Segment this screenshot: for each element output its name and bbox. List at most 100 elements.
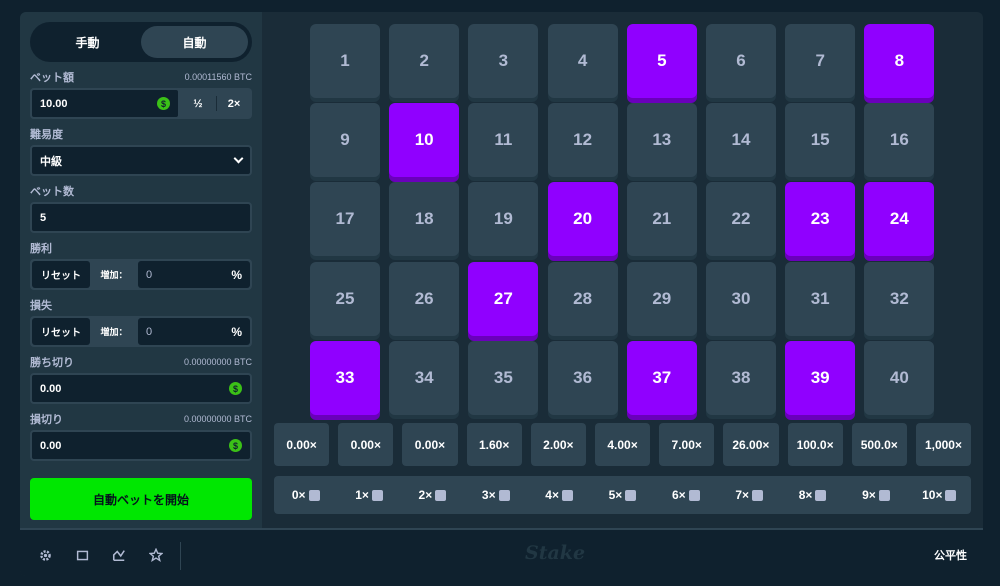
gear-icon[interactable] — [38, 548, 52, 562]
coin-icon: $ — [229, 439, 242, 452]
keno-tile[interactable]: 35 — [468, 340, 539, 415]
keno-tile[interactable]: 13 — [626, 103, 697, 178]
keno-tile[interactable]: 32 — [864, 261, 935, 336]
payout-multiplier: 0.00× — [274, 423, 330, 466]
keno-tile[interactable]: 25 — [310, 261, 380, 336]
keno-tile[interactable]: 24 — [864, 182, 935, 257]
chart-icon[interactable] — [112, 548, 126, 562]
hit-count-label: 8× — [798, 488, 813, 502]
keno-tile[interactable]: 11 — [468, 103, 539, 178]
keno-tile[interactable]: 8 — [864, 24, 935, 98]
on-loss-reset-button[interactable]: リセット — [32, 318, 90, 345]
keno-tile[interactable]: 19 — [468, 182, 539, 257]
on-win-increase-input[interactable]: 0 % — [138, 261, 250, 288]
gem-icon — [498, 489, 510, 501]
tab-manual[interactable]: 手動 — [34, 26, 141, 58]
stop-profit-input[interactable]: 0.00 $ — [30, 373, 252, 404]
square-icon[interactable] — [75, 548, 89, 562]
keno-tile[interactable]: 3 — [468, 24, 539, 98]
stop-profit-label-row: 勝ち切り 0.00000000 BTC — [30, 355, 252, 369]
payout-multiplier: 26.00× — [723, 423, 779, 466]
keno-tile[interactable]: 18 — [389, 182, 460, 257]
tab-auto[interactable]: 自動 — [141, 26, 248, 58]
keno-tile[interactable]: 5 — [626, 24, 697, 98]
hit-count-label: 4× — [545, 488, 559, 502]
keno-tile[interactable]: 37 — [626, 340, 697, 415]
keno-tile[interactable]: 38 — [706, 340, 776, 415]
hit-count: 3× — [464, 476, 527, 514]
keno-tile[interactable]: 1 — [310, 24, 380, 98]
coin-icon: $ — [229, 382, 242, 395]
hits-row: 0× 1× 2× 3× 4× 5× 6× 7× 8× 9× 10× — [274, 476, 971, 514]
keno-tile[interactable]: 22 — [706, 182, 776, 257]
keno-tile[interactable]: 31 — [785, 261, 856, 336]
keno-tile[interactable]: 21 — [626, 182, 697, 257]
keno-tile[interactable]: 28 — [547, 261, 618, 336]
keno-tile[interactable]: 29 — [626, 261, 697, 336]
hit-count-label: 5× — [608, 488, 623, 502]
on-win-label: 勝利 — [30, 243, 52, 255]
keno-tile[interactable]: 2 — [389, 24, 460, 98]
keno-tile[interactable]: 30 — [706, 261, 776, 336]
bet-count-label-row: ベット数 — [30, 184, 252, 198]
bet-amount-label-row: ベット額 0.00011560 BTC — [30, 70, 252, 84]
keno-tile[interactable]: 36 — [547, 340, 618, 415]
fairness-link[interactable]: 公平性 — [934, 547, 967, 563]
keno-tile[interactable]: 6 — [706, 24, 776, 98]
keno-tile[interactable]: 15 — [785, 103, 856, 178]
gem-icon — [945, 489, 957, 501]
keno-tile[interactable]: 14 — [706, 103, 776, 178]
percent-icon: % — [231, 267, 242, 282]
start-autobet-button[interactable]: 自動ベットを開始 — [30, 478, 252, 520]
footer-bar: Stake 公平性 — [20, 528, 983, 576]
stop-profit-value: 0.00 — [40, 382, 62, 395]
payout-multiplier: 0.00× — [338, 423, 394, 466]
on-loss-value: 0 — [146, 325, 153, 338]
payout-multiplier: 7.00× — [659, 423, 715, 466]
star-icon[interactable] — [149, 548, 163, 562]
on-win-reset-button[interactable]: リセット — [32, 261, 90, 288]
payout-multiplier: 0.00× — [402, 423, 458, 466]
bet-amount-label: ベット額 — [30, 72, 74, 84]
difficulty-select[interactable]: 中級 — [30, 145, 252, 176]
on-win-value: 0 — [146, 268, 153, 281]
keno-tile[interactable]: 16 — [864, 103, 935, 178]
payout-row: 0.00× 0.00× 0.00× 1.60× 2.00× 4.00× 7.00× 26.00… — [274, 423, 972, 466]
bet-count-value: 5 — [40, 211, 47, 224]
hit-count: 5× — [591, 476, 654, 514]
on-loss-increase-input[interactable]: 0 % — [138, 318, 250, 345]
gem-icon — [308, 489, 320, 501]
hit-count: 0× — [274, 476, 337, 514]
keno-board: 1 2 3 4 5 6 7 8 9 10 11 12 13 14 15 16 17 18 19 20 21 22 23 24 2… — [310, 24, 935, 415]
keno-tile[interactable]: 33 — [310, 340, 380, 415]
stake-logo: Stake — [525, 542, 586, 564]
bet-amount-input[interactable]: 10.00 $ — [30, 88, 180, 119]
keno-tile[interactable]: 4 — [547, 24, 618, 98]
keno-tile[interactable]: 20 — [547, 182, 618, 257]
half-button[interactable]: ½ — [180, 88, 216, 119]
keno-tile[interactable]: 9 — [310, 103, 380, 178]
keno-tile[interactable]: 17 — [310, 182, 380, 257]
keno-tile[interactable]: 27 — [468, 261, 539, 336]
hit-count: 1× — [337, 476, 400, 514]
hit-count-label: 9× — [862, 488, 876, 502]
payout-multiplier: 100.0× — [787, 423, 843, 466]
stop-profit-btc: 0.00000000 BTC — [183, 357, 252, 367]
gem-icon — [435, 489, 447, 501]
keno-tile[interactable]: 34 — [389, 340, 460, 415]
keno-tile[interactable]: 23 — [785, 182, 856, 257]
keno-tile[interactable]: 12 — [547, 103, 618, 178]
payout-multiplier: 2.00× — [530, 423, 586, 466]
stop-loss-input[interactable]: 0.00 $ — [30, 430, 252, 461]
bet-amount-value: 10.00 — [40, 97, 68, 110]
bet-count-input[interactable]: 5 — [30, 202, 252, 233]
gem-icon — [625, 489, 637, 501]
keno-tile[interactable]: 10 — [389, 103, 460, 178]
gem-icon — [371, 489, 383, 501]
keno-tile[interactable]: 7 — [785, 24, 856, 98]
keno-tile[interactable]: 39 — [785, 340, 856, 415]
stop-loss-btc: 0.00000000 BTC — [183, 414, 252, 424]
keno-tile[interactable]: 40 — [864, 340, 935, 415]
double-button[interactable]: 2× — [216, 88, 252, 119]
keno-tile[interactable]: 26 — [389, 261, 460, 336]
